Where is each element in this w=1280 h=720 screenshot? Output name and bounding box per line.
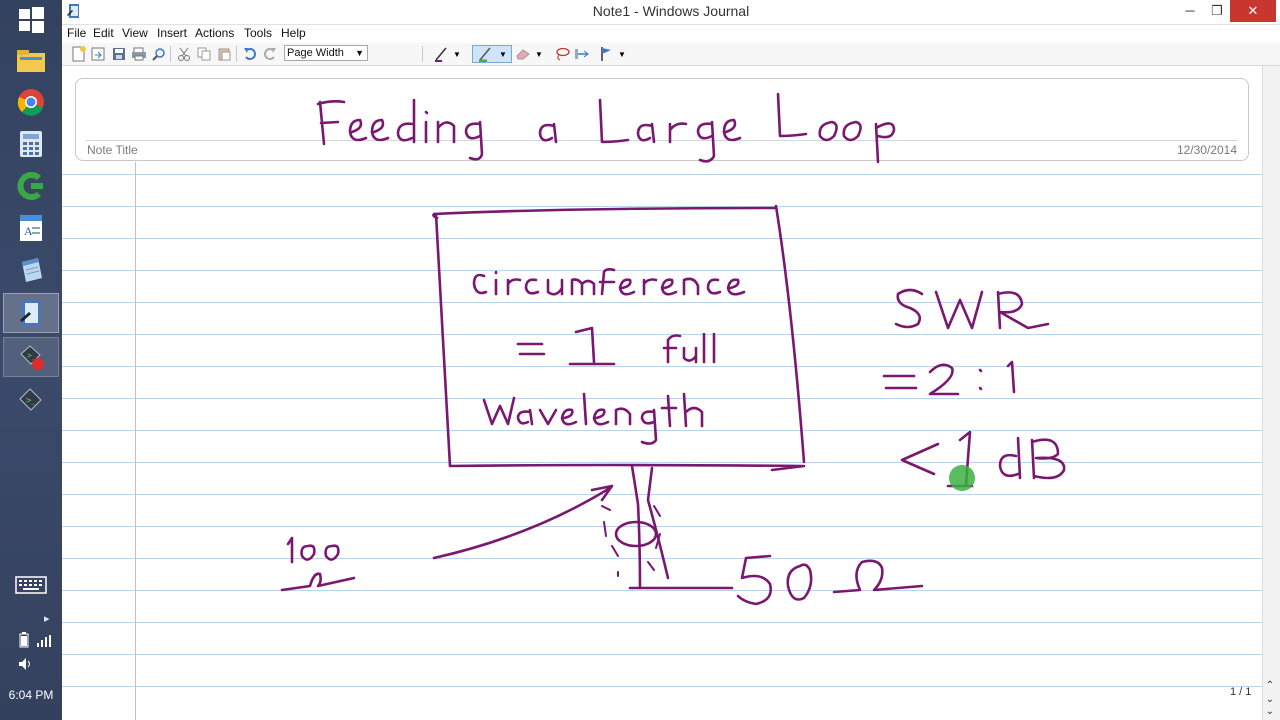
open-icon[interactable] (90, 45, 108, 63)
signal-icon[interactable] (37, 634, 51, 652)
save-icon[interactable] (110, 45, 128, 63)
menu-view[interactable]: View (122, 26, 148, 40)
paste-icon[interactable] (215, 45, 233, 63)
insert-space-icon[interactable] (573, 45, 591, 63)
chevron-down-icon: ▼ (355, 48, 364, 58)
page-indicator: 1 / 1 (1230, 686, 1252, 698)
menu-file[interactable]: File (67, 26, 86, 40)
handwriting-left-value (280, 536, 356, 592)
feed-line (630, 464, 670, 590)
wordpad-icon[interactable]: A (3, 208, 59, 248)
svg-text:>_: >_ (26, 396, 37, 406)
vertical-scrollbar[interactable] (1262, 66, 1280, 720)
volume-icon[interactable] (18, 657, 34, 676)
clock[interactable]: 6:04 PM (0, 688, 62, 702)
recorder-icon[interactable]: >_ (3, 337, 59, 377)
start-icon[interactable] (3, 0, 59, 40)
handwriting-wavelength (482, 392, 704, 445)
handwriting-impedance (736, 554, 924, 606)
window-title: Note1 - Windows Journal (592, 3, 750, 19)
menu-help[interactable]: Help (281, 26, 306, 40)
notepad-icon[interactable] (3, 250, 59, 290)
close-button[interactable]: ✕ (1230, 0, 1276, 22)
eraser-icon[interactable] (514, 45, 532, 63)
find-icon[interactable] (150, 45, 168, 63)
zoom-dropdown[interactable]: Page Width ▼ (284, 45, 368, 61)
lasso-icon[interactable] (553, 45, 571, 63)
highlighter-button[interactable]: ▼ (472, 45, 512, 63)
battery-icon[interactable] (19, 632, 29, 653)
handwriting-loss (900, 430, 1066, 488)
highlighter-cursor (949, 465, 975, 491)
pen-dropdown[interactable]: ▼ (452, 45, 462, 63)
terminal-icon[interactable]: >_ (3, 380, 59, 420)
handwriting-swr (894, 288, 1050, 330)
title-bar: Note1 - Windows Journal ─ ❐ ✕ (62, 0, 1280, 25)
note-page[interactable]: Note Title 12/30/2014 (62, 66, 1262, 720)
redo-icon[interactable] (261, 45, 279, 63)
scroll-down-icon[interactable]: ⌄ (1262, 706, 1278, 720)
handwriting-ratio (882, 360, 1016, 396)
minimize-button[interactable]: ─ (1175, 0, 1205, 22)
loop-box (432, 204, 806, 472)
pointer-arrow (432, 484, 614, 560)
svg-text:A: A (24, 224, 33, 238)
menu-tools[interactable]: Tools (244, 26, 272, 40)
cut-icon[interactable] (175, 45, 193, 63)
flag-dropdown[interactable]: ▼ (617, 45, 627, 63)
scroll-up-icon[interactable]: ⌃ (1262, 680, 1278, 694)
menu-bar: File Edit View Insert Actions Tools Help (62, 24, 1280, 43)
touch-keyboard-icon[interactable] (3, 565, 59, 605)
taskbar: A >_ >_ ▸ 6:04 PM (0, 0, 63, 720)
menu-actions[interactable]: Actions (195, 26, 234, 40)
handwriting-equals-one-full (516, 326, 716, 366)
handwritten-title (316, 92, 896, 164)
ink-layer (280, 92, 1066, 606)
menu-edit[interactable]: Edit (93, 26, 114, 40)
menu-insert[interactable]: Insert (157, 26, 187, 40)
print-icon[interactable] (130, 45, 148, 63)
new-note-icon[interactable] (70, 45, 88, 63)
file-explorer-icon[interactable] (3, 40, 59, 80)
maximize-button[interactable]: ❐ (1202, 0, 1232, 22)
toolbar: Page Width ▼ ▼ ▼ ▼ ▼ (62, 43, 1280, 66)
handwriting-circumference (472, 268, 746, 296)
flag-icon[interactable] (597, 45, 615, 63)
undo-icon[interactable] (241, 45, 259, 63)
camtasia-icon[interactable] (3, 166, 59, 206)
highlighter-icon (479, 47, 491, 62)
pen-icon[interactable] (432, 45, 450, 63)
journal-window: Note1 - Windows Journal ─ ❐ ✕ File Edit … (62, 0, 1280, 720)
eraser-dropdown[interactable]: ▼ (534, 45, 544, 63)
zoom-value: Page Width (287, 47, 344, 59)
copy-icon[interactable] (195, 45, 213, 63)
chrome-icon[interactable] (3, 82, 59, 122)
calculator-icon[interactable] (3, 124, 59, 164)
windows-journal-icon[interactable] (3, 293, 59, 333)
toroid-sketch (614, 520, 658, 548)
tray-expand-icon[interactable]: ▸ (44, 612, 50, 625)
